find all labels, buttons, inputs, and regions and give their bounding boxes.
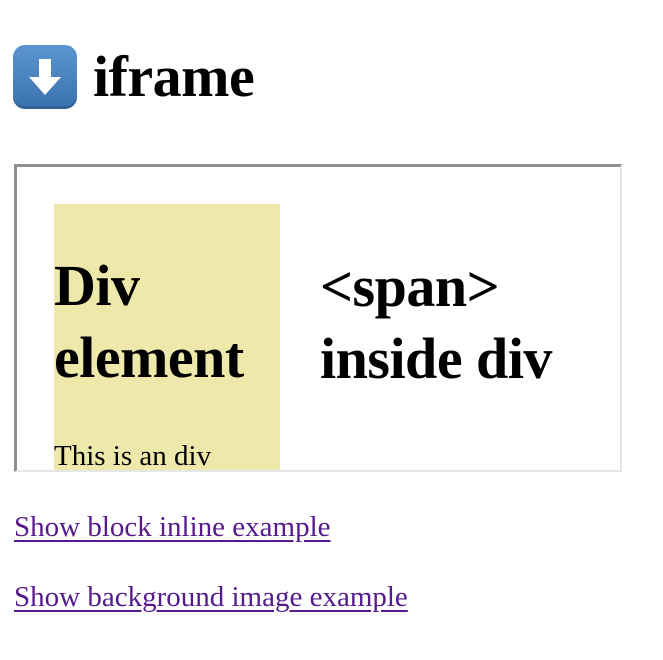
div-element-text: This is an div: [54, 440, 212, 472]
page-title: iframe: [93, 44, 255, 109]
down-arrow-icon: [13, 45, 77, 109]
span-inside-div-text: <span> inside div: [320, 254, 552, 391]
page-header: iframe: [13, 42, 255, 112]
show-block-inline-example-link[interactable]: Show block inline example: [14, 511, 331, 544]
down-arrow-glyph: [29, 59, 61, 95]
div-element-heading: Div element: [54, 253, 244, 390]
show-background-image-example-link[interactable]: Show background image example: [14, 581, 408, 614]
iframe-viewport[interactable]: Div element This is an div <span> inside…: [14, 164, 622, 472]
div-element-box: Div element This is an div: [54, 204, 280, 472]
